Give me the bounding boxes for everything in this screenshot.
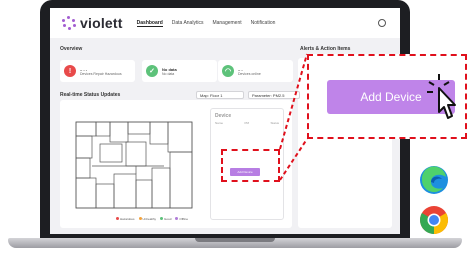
card-label: Devices Repair Hazardous xyxy=(80,71,122,76)
card-label: No data xyxy=(162,71,175,76)
legend-item: Hazardous xyxy=(116,217,135,221)
overview-card-online: ◠ – - Devices online xyxy=(218,60,293,82)
column-pm: PM xyxy=(244,121,250,125)
overview-card-hazardous: ! – - - Devices Repair Hazardous xyxy=(60,60,135,82)
menu-management[interactable]: Management xyxy=(212,20,241,27)
overview-title: Overview xyxy=(60,46,83,52)
menu-notification[interactable]: Notification xyxy=(251,20,276,27)
click-cursor-icon xyxy=(427,74,456,119)
wifi-icon: ◠ xyxy=(222,65,234,77)
floor-select[interactable]: Map: Floor 1 xyxy=(196,91,244,99)
alerts-title: Alerts & Action Items xyxy=(300,46,351,52)
device-columns: Name PM Status xyxy=(215,121,279,125)
logo[interactable]: violett xyxy=(62,15,123,31)
legend-item: Unhealthy xyxy=(138,217,156,221)
stage: violett Dashboard Data Analytics Managem… xyxy=(0,0,470,257)
check-icon: ✓ xyxy=(146,65,158,77)
brand-name: violett xyxy=(80,15,123,31)
alert-icon: ! xyxy=(64,65,76,77)
parameter-select[interactable]: Parameter: PM2.5 xyxy=(248,91,300,99)
legend-item: Offline xyxy=(175,217,188,221)
eye-icon[interactable] xyxy=(378,19,386,27)
menu-dashboard[interactable]: Dashboard xyxy=(136,20,163,27)
card-value: No data xyxy=(162,66,177,72)
edge-browser-icon xyxy=(420,166,448,194)
legend-item: Good xyxy=(160,217,171,221)
column-name: Name xyxy=(215,121,224,125)
app-navbar: violett Dashboard Data Analytics Managem… xyxy=(50,8,400,38)
card-label: Devices online xyxy=(238,71,261,76)
overview-card-status: ✓ No data No data xyxy=(142,60,217,82)
menu-data-analytics[interactable]: Data Analytics xyxy=(172,20,204,27)
floor-plan-map[interactable] xyxy=(74,118,194,210)
column-status: Status xyxy=(270,121,279,125)
chrome-browser-icon xyxy=(420,206,448,234)
device-title: Device xyxy=(215,113,232,119)
laptop-notch xyxy=(195,238,275,242)
callout-box-small xyxy=(221,149,280,182)
map-legend: Hazardous Unhealthy Good Offline xyxy=(116,217,188,221)
logo-icon xyxy=(62,16,76,30)
main-menu: Dashboard Data Analytics Management Noti… xyxy=(136,20,276,27)
status-title: Real-time Status Updates xyxy=(60,92,121,98)
